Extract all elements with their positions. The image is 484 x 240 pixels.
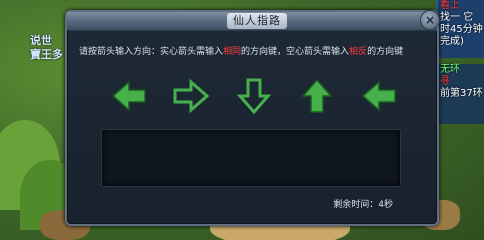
arrow-left-solid-icon bbox=[111, 78, 147, 114]
instruction-part: 请按箭头输入方向：实心箭头需输入 bbox=[79, 47, 224, 57]
quest-line: 前第37环 bbox=[440, 88, 483, 99]
quest-line: 无环 bbox=[440, 64, 460, 75]
quest-tracker-block-2[interactable]: 无环 寻 前第37环 bbox=[436, 64, 484, 124]
npc-name-overlay: 说世 寶王多 bbox=[30, 34, 63, 62]
arrow-down-hollow-icon bbox=[236, 78, 272, 114]
quest-line: 找一 它 bbox=[440, 12, 474, 23]
instruction-part-highlight: 相反 bbox=[349, 47, 368, 57]
quest-line: 看上 bbox=[440, 0, 460, 11]
immortal-guide-dialog: 仙人指路 × 请按箭头输入方向：实心箭头需输入相同的方向键，空心箭头需输入相反的… bbox=[65, 10, 440, 226]
quest-line: 时45分钟 bbox=[440, 24, 483, 35]
dialog-title: 仙人指路 bbox=[227, 13, 287, 29]
quest-line: 寻 bbox=[440, 76, 450, 87]
arrow-up-solid-icon bbox=[299, 78, 335, 114]
timer-label: 剩余时间： bbox=[333, 200, 379, 210]
timer-value: 4秒 bbox=[378, 200, 393, 210]
instruction-part-highlight: 相同 bbox=[223, 47, 242, 57]
input-answer-area[interactable] bbox=[101, 129, 401, 187]
quest-tracker-block-1[interactable]: 看上 找一 它 时45分钟 完成) bbox=[436, 0, 484, 58]
npc-name-line-1: 说世 bbox=[30, 34, 52, 47]
npc-name-line-2: 寶王多 bbox=[30, 48, 63, 61]
dialog-title-bar[interactable]: 仙人指路 bbox=[67, 12, 437, 31]
close-icon[interactable]: × bbox=[420, 10, 440, 30]
countdown-timer: 剩余时间：4秒 bbox=[333, 197, 393, 210]
instruction-text: 请按箭头输入方向：实心箭头需输入相同的方向键，空心箭头需输入相反的方向键 bbox=[79, 44, 425, 57]
arrow-left-solid-icon bbox=[361, 78, 397, 114]
instruction-part: 的方向键 bbox=[367, 47, 404, 57]
arrow-sequence bbox=[111, 78, 411, 114]
arrow-right-hollow-icon bbox=[173, 78, 209, 114]
instruction-part: 的方向键，空心箭头需输入 bbox=[241, 47, 350, 57]
quest-line: 完成) bbox=[440, 36, 464, 47]
quest-tracker: 看上 找一 它 时45分钟 完成) 无环 寻 前第37环 bbox=[436, 0, 484, 240]
